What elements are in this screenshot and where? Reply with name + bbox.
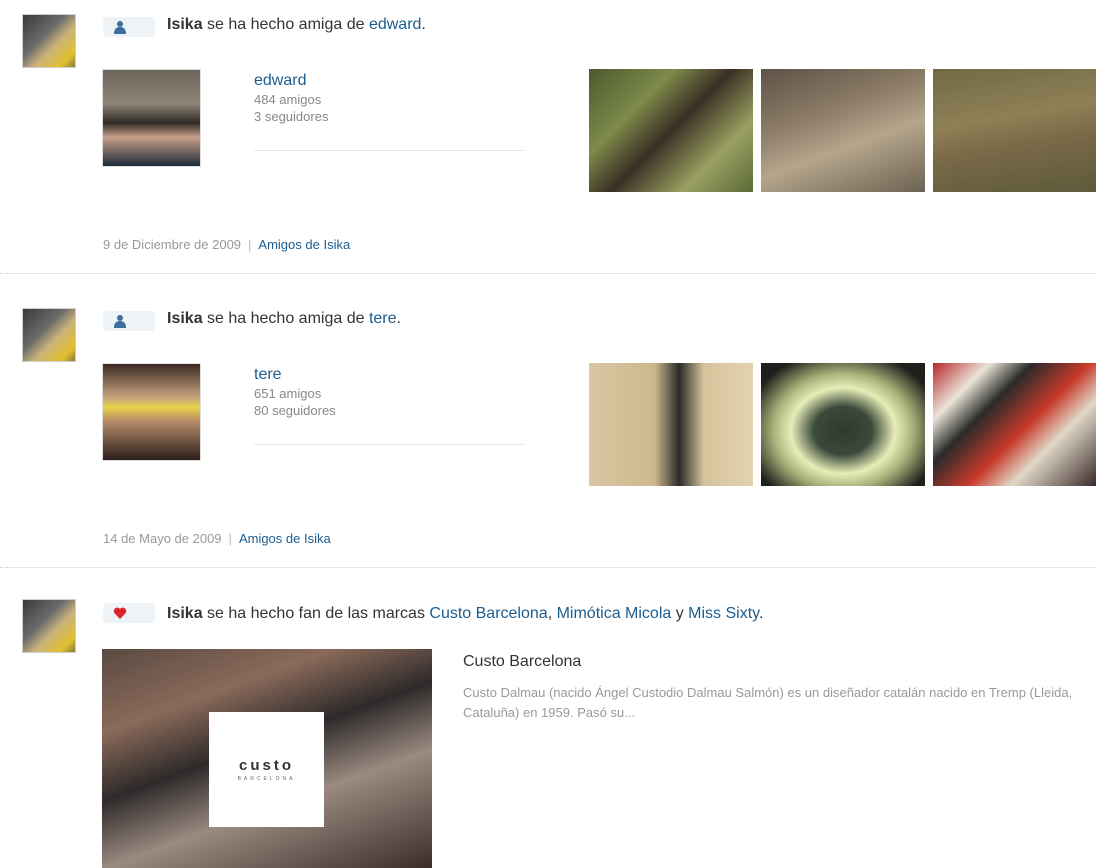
friend-count: 651 amigos (254, 386, 322, 401)
avatar[interactable] (22, 14, 76, 68)
action-text: se ha hecho fan de las marcas (202, 605, 430, 622)
punct: . (421, 16, 426, 33)
brand-description: Custo Dalmau (nacido Ángel Custodio Dalm… (463, 685, 1073, 720)
target-friend-link[interactable]: edward (369, 16, 421, 33)
friend-count: 484 amigos (254, 92, 322, 107)
brand-photo[interactable]: custo BARCELONA (102, 649, 432, 868)
target-friend-link[interactable]: tere (369, 310, 397, 327)
person-icon (114, 21, 126, 34)
friend-photo[interactable] (102, 69, 201, 167)
avatar[interactable] (22, 599, 76, 653)
fan-type-badge (103, 603, 155, 623)
follower-count: 3 seguidores (254, 109, 329, 124)
friend-info: tere 651 amigos 80 seguidores (254, 366, 524, 418)
friend-photo-thumb[interactable] (761, 363, 925, 486)
friends-of-link[interactable]: Amigos de Isika (239, 531, 331, 546)
brand-logo-subtext: BARCELONA (237, 776, 296, 782)
action-text: se ha hecho amiga de (202, 310, 369, 327)
story-meta: 14 de Mayo de 2009 | Amigos de Isika (103, 531, 331, 546)
story-headline: Isika se ha hecho amiga de tere. (167, 310, 401, 328)
friend-photo-thumb[interactable] (589, 69, 753, 192)
action-text: se ha hecho amiga de (202, 16, 369, 33)
friend-photo-thumb[interactable] (933, 363, 1096, 486)
punct: . (396, 310, 401, 327)
friend-info: edward 484 amigos 3 seguidores (254, 72, 524, 124)
actor-name[interactable]: Isika (167, 310, 203, 327)
actor-name[interactable]: Isika (167, 16, 203, 33)
meta-separator: | (248, 237, 252, 252)
friend-name-link[interactable]: edward (254, 72, 524, 90)
story-divider (0, 273, 1096, 274)
meta-separator: | (228, 531, 232, 546)
friend-divider (254, 444, 524, 445)
brand-link-miss-sixty[interactable]: Miss Sixty (688, 605, 759, 622)
friend-type-badge (103, 17, 155, 37)
story-headline: Isika se ha hecho fan de las marcas Cust… (167, 605, 763, 623)
friend-photo-thumb[interactable] (761, 69, 925, 192)
punct: , (547, 605, 557, 622)
brand-title[interactable]: Custo Barcelona (463, 653, 581, 671)
brand-logo: custo BARCELONA (209, 712, 324, 827)
punct: . (758, 605, 764, 622)
follower-count: 80 seguidores (254, 403, 336, 418)
conjunction: y (671, 605, 689, 622)
story-date: 9 de Diciembre de 2009 (103, 237, 242, 252)
story-divider (0, 567, 1096, 568)
heart-icon (113, 607, 127, 619)
avatar[interactable] (22, 308, 76, 362)
friend-type-badge (103, 311, 155, 331)
actor-name[interactable]: Isika (167, 605, 203, 622)
person-icon (114, 315, 126, 328)
story-date: 14 de Mayo de 2009 (103, 531, 222, 546)
friend-name-link[interactable]: tere (254, 366, 524, 384)
friend-divider (254, 150, 524, 151)
story-meta: 9 de Diciembre de 2009 | Amigos de Isika (103, 237, 350, 252)
brand-link-custo[interactable]: Custo Barcelona (429, 605, 547, 622)
brand-link-mimotica[interactable]: Mimótica Micola (557, 605, 672, 622)
friend-photo-thumb[interactable] (933, 69, 1096, 192)
friends-of-link[interactable]: Amigos de Isika (258, 237, 350, 252)
friend-photo[interactable] (102, 363, 201, 461)
brand-logo-text: custo (238, 757, 294, 774)
story-headline: Isika se ha hecho amiga de edward. (167, 16, 426, 34)
friend-photo-thumb[interactable] (589, 363, 753, 486)
